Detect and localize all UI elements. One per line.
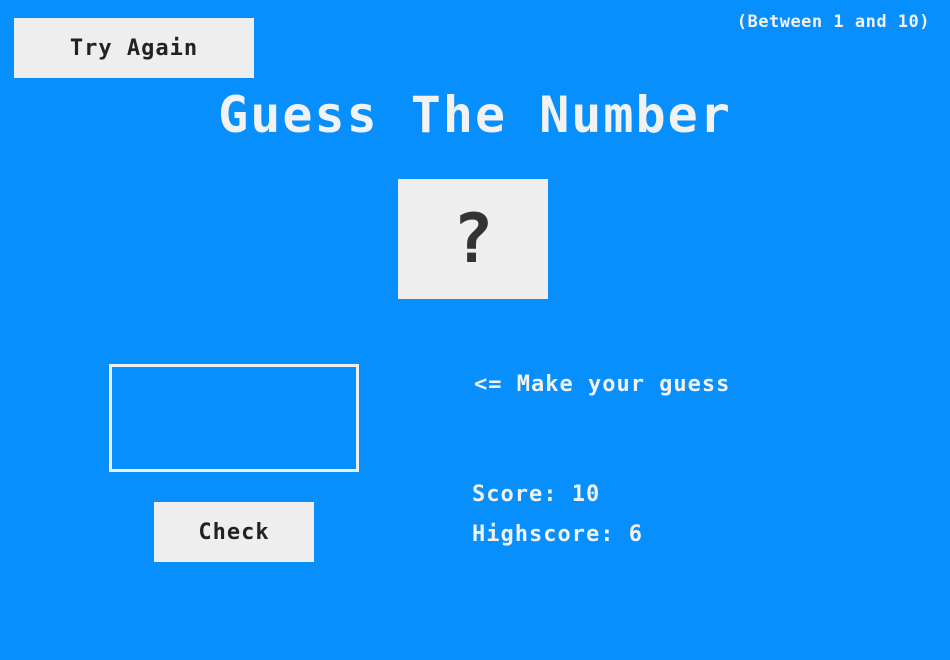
score-label: Score:	[472, 482, 558, 507]
highscore-label: Highscore:	[472, 522, 615, 547]
score-display: Score: 10	[472, 482, 600, 507]
secret-number-box: ?	[398, 179, 548, 299]
guess-message: <= Make your guess	[474, 372, 731, 397]
score-value: 10	[571, 482, 601, 507]
secret-number-display: ?	[452, 199, 494, 279]
highscore-value: 6	[628, 522, 643, 547]
page-title: Guess The Number	[218, 86, 732, 144]
check-button[interactable]: Check	[154, 502, 314, 562]
range-hint: (Between 1 and 10)	[736, 12, 930, 32]
guess-input[interactable]	[109, 364, 359, 472]
try-again-button[interactable]: Try Again	[14, 18, 254, 78]
highscore-display: Highscore: 6	[472, 522, 643, 547]
